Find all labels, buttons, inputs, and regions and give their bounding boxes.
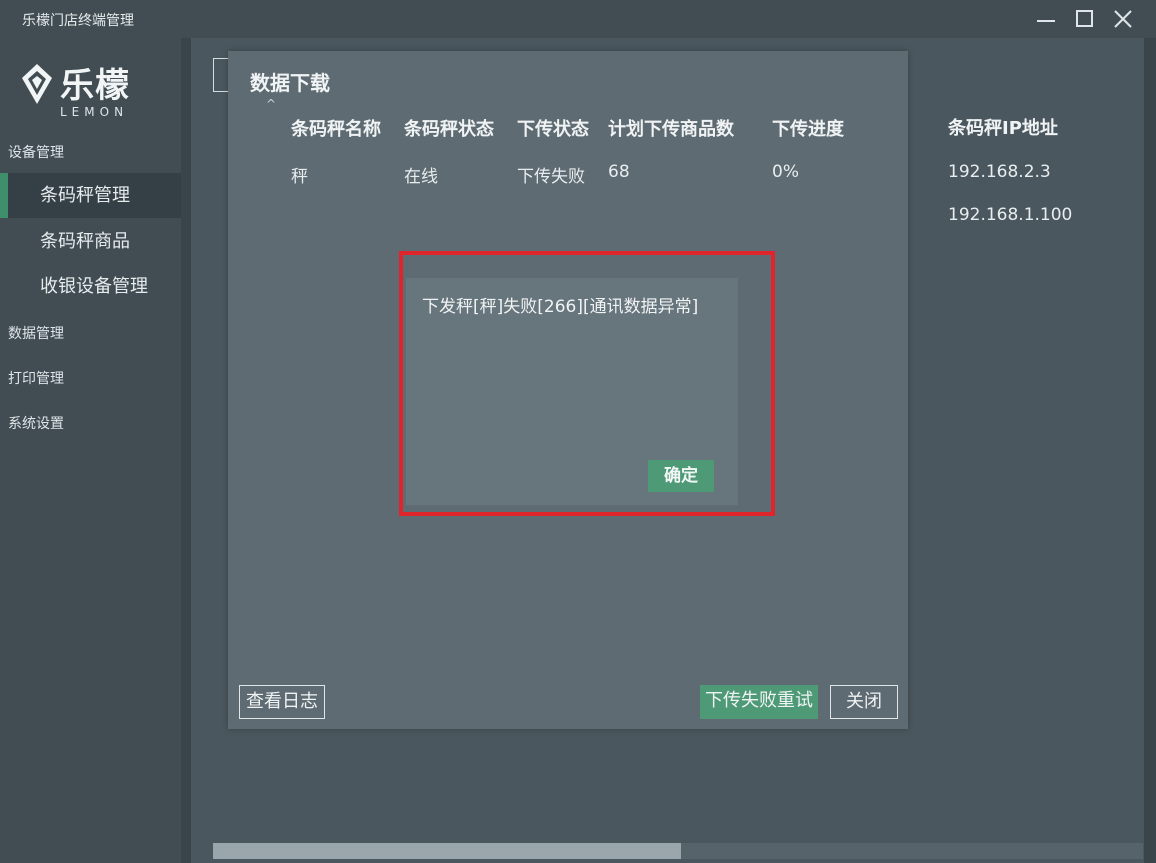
dialog-close-button[interactable]: 关闭 [830, 685, 898, 719]
title-bar: 乐檬门店终端管理 [0, 0, 1156, 38]
error-alert: 下发秤[秤]失败[266][通讯数据异常] 确定 [406, 278, 738, 505]
cell-progress: 0% [772, 162, 799, 182]
ip-column-header: 条码秤IP地址 [948, 118, 1058, 139]
minimize-icon [1037, 20, 1055, 22]
alert-message: 下发秤[秤]失败[266][通讯数据异常] [422, 297, 699, 317]
nav-group-print[interactable]: 打印管理 [8, 368, 64, 388]
scrollbar-thumb[interactable] [213, 843, 681, 859]
logo-sub-text: LEMON [60, 105, 129, 119]
sidebar-item-pos-devices[interactable]: 收银设备管理 [0, 264, 181, 309]
nav-group-device[interactable]: 设备管理 [8, 142, 64, 162]
dialog-title: 数据下载 [250, 71, 330, 95]
ip-cell: 192.168.2.3 [948, 162, 1051, 182]
column-header-scale-status: 条码秤状态 [404, 119, 494, 140]
sort-caret-icon[interactable]: ^ [266, 97, 276, 111]
cell-transfer-status: 下传失败 [517, 167, 585, 187]
cell-scale-name: 秤 [291, 167, 308, 187]
sidebar-item-scale-products[interactable]: 条码秤商品 [0, 219, 181, 264]
nav-group-settings[interactable]: 系统设置 [8, 413, 64, 433]
horizontal-scrollbar[interactable] [213, 843, 1143, 859]
maximize-icon [1076, 10, 1093, 27]
ip-cell: 192.168.1.100 [948, 205, 1073, 225]
sidebar: 乐檬 LEMON 设备管理 条码秤管理 条码秤商品 收银设备管理 数据管理 打印… [0, 38, 181, 863]
column-header-planned-count: 计划下传商品数 [608, 119, 734, 140]
confirm-button[interactable]: 确定 [648, 460, 714, 492]
column-header-progress: 下传进度 [772, 119, 844, 140]
nav-group-data[interactable]: 数据管理 [8, 323, 64, 343]
view-log-button[interactable]: 查看日志 [239, 685, 325, 719]
column-header-scale-name: 条码秤名称 [291, 119, 381, 140]
lemon-logo-icon [22, 64, 52, 104]
logo: 乐檬 LEMON [18, 58, 168, 128]
cell-planned-count: 68 [608, 162, 630, 182]
sidebar-item-scale-management[interactable]: 条码秤管理 [0, 173, 181, 218]
minimize-button[interactable] [1033, 6, 1059, 32]
column-header-transfer-status: 下传状态 [517, 119, 589, 140]
close-icon [1114, 10, 1132, 28]
logo-brand-text: 乐檬 [60, 66, 130, 106]
window-title: 乐檬门店终端管理 [22, 13, 134, 29]
cell-scale-status: 在线 [404, 167, 438, 187]
maximize-button[interactable] [1071, 6, 1097, 32]
close-window-button[interactable] [1110, 6, 1136, 32]
retry-failed-button[interactable]: 下传失败重试 [700, 685, 818, 719]
